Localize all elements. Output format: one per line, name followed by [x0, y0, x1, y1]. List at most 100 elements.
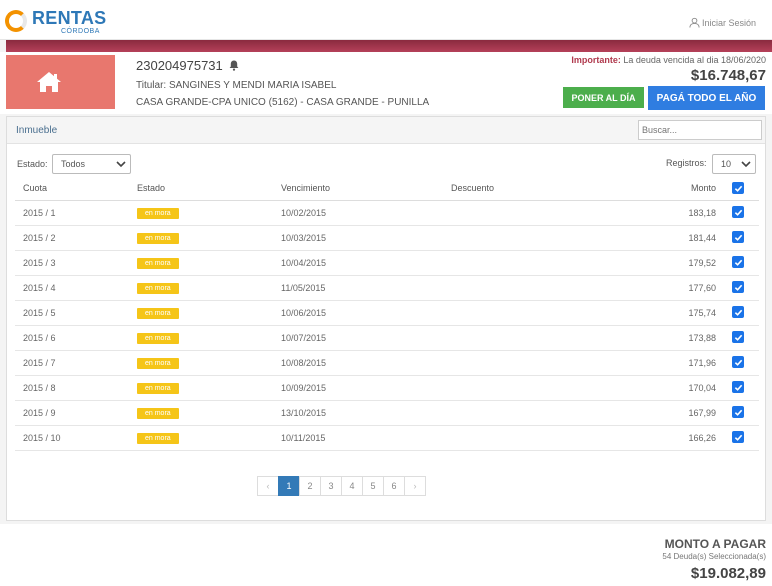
registros-value: 10 [721, 159, 732, 169]
header-cuota[interactable]: Cuota [15, 177, 129, 201]
rentas-logo[interactable]: RENTAS CÓRDOBA [5, 8, 106, 36]
status-badge: en mora [137, 282, 179, 294]
pagination-page-5[interactable]: 5 [362, 476, 384, 496]
row-checkbox[interactable] [732, 206, 744, 219]
header-vencimiento[interactable]: Vencimiento [273, 177, 443, 201]
cell-vencimiento: 10/02/2015 [273, 200, 443, 226]
pagination-page-6[interactable]: 6 [383, 476, 405, 496]
account-number-row: 230204975731 [136, 58, 239, 73]
status-badge: en mora [137, 357, 179, 369]
login-link[interactable]: Iniciar Sesión [689, 17, 756, 28]
cell-cuota: 2015 / 2 [15, 225, 129, 251]
row-checkbox[interactable] [732, 281, 744, 294]
header-estado[interactable]: Estado [129, 177, 273, 201]
row-checkbox[interactable] [732, 406, 744, 419]
poner-al-dia-button[interactable]: PONER AL DÍA [563, 87, 644, 108]
chevron-down-icon [116, 161, 126, 168]
table-row[interactable]: 2015 / 4 en mora 11/05/2015 177,60 [15, 275, 759, 301]
table-row[interactable]: 2015 / 7 en mora 10/08/2015 171,96 [15, 350, 759, 376]
table-row[interactable]: 2015 / 2 en mora 10/03/2015 181,44 [15, 225, 759, 251]
cell-estado: en mora [129, 425, 273, 451]
cell-select[interactable] [724, 275, 759, 301]
status-badge: en mora [137, 332, 179, 344]
pagination-page-2[interactable]: 2 [299, 476, 321, 496]
cell-cuota: 2015 / 7 [15, 350, 129, 376]
status-badge: en mora [137, 432, 179, 444]
row-checkbox[interactable] [732, 256, 744, 269]
cell-estado: en mora [129, 200, 273, 226]
cell-descuento [443, 375, 608, 401]
titular-text: Titular: SANGINES Y MENDI MARIA ISABEL [136, 80, 337, 91]
pagination-page-1[interactable]: 1 [278, 476, 300, 496]
cell-vencimiento: 11/05/2015 [273, 275, 443, 301]
header-select-all[interactable] [724, 177, 759, 201]
cell-cuota: 2015 / 5 [15, 300, 129, 326]
cell-select[interactable] [724, 300, 759, 326]
cell-select[interactable] [724, 325, 759, 351]
cell-select[interactable] [724, 350, 759, 376]
cell-descuento [443, 225, 608, 251]
table-row[interactable]: 2015 / 6 en mora 10/07/2015 173,88 [15, 325, 759, 351]
address-text: CASA GRANDE-CPA UNICO (5162) - CASA GRAN… [136, 97, 430, 108]
pagination-next[interactable]: › [404, 476, 426, 496]
cell-select[interactable] [724, 200, 759, 226]
registros-select[interactable]: 10 [712, 154, 756, 174]
search-input[interactable] [638, 120, 762, 140]
cell-monto: 166,26 [608, 425, 724, 451]
total-title: MONTO A PAGAR [664, 537, 766, 551]
table-row[interactable]: 2015 / 5 en mora 10/06/2015 175,74 [15, 300, 759, 326]
debts-table: Cuota Estado Vencimiento Descuento Monto… [15, 177, 759, 451]
table-row[interactable]: 2015 / 8 en mora 10/09/2015 170,04 [15, 375, 759, 401]
cell-estado: en mora [129, 350, 273, 376]
cell-estado: en mora [129, 375, 273, 401]
table-row[interactable]: 2015 / 1 en mora 10/02/2015 183,18 [15, 200, 759, 226]
row-checkbox[interactable] [732, 381, 744, 394]
cell-descuento [443, 425, 608, 451]
header-monto[interactable]: Monto [608, 177, 724, 201]
pagination-prev[interactable]: ‹ [257, 476, 279, 496]
account-header: 230204975731 Titular: SANGINES Y MENDI M… [0, 52, 772, 114]
table-row[interactable]: 2015 / 3 en mora 10/04/2015 179,52 [15, 250, 759, 276]
debt-amount: $16.748,67 [690, 67, 766, 84]
cell-estado: en mora [129, 400, 273, 426]
debts-panel: Inmueble Estado: Todos Registros: 10 Cuo… [6, 116, 766, 521]
row-checkbox[interactable] [732, 431, 744, 444]
bell-icon[interactable] [229, 60, 239, 71]
brand-sub: CÓRDOBA [61, 28, 100, 35]
login-label: Iniciar Sesión [701, 17, 756, 28]
cell-vencimiento: 10/08/2015 [273, 350, 443, 376]
row-checkbox[interactable] [732, 331, 744, 344]
cell-cuota: 2015 / 9 [15, 400, 129, 426]
pagination-page-4[interactable]: 4 [341, 476, 363, 496]
cell-select[interactable] [724, 425, 759, 451]
pagar-todo-el-ano-button[interactable]: PAGÁ TODO EL AÑO [648, 86, 765, 110]
cell-vencimiento: 10/07/2015 [273, 325, 443, 351]
cell-estado: en mora [129, 225, 273, 251]
cell-cuota: 2015 / 6 [15, 325, 129, 351]
pagination-page-3[interactable]: 3 [320, 476, 342, 496]
cell-select[interactable] [724, 400, 759, 426]
cell-descuento [443, 250, 608, 276]
row-checkbox[interactable] [732, 306, 744, 319]
cell-select[interactable] [724, 375, 759, 401]
estado-select[interactable]: Todos [52, 154, 131, 174]
cell-monto: 179,52 [608, 250, 724, 276]
table-row[interactable]: 2015 / 10 en mora 10/11/2015 166,26 [15, 425, 759, 451]
check-icon [734, 409, 742, 416]
check-icon [734, 234, 742, 241]
row-checkbox[interactable] [732, 231, 744, 244]
select-all-checkbox[interactable] [732, 182, 744, 194]
header-descuento[interactable]: Descuento [443, 177, 608, 201]
cell-descuento [443, 400, 608, 426]
status-badge: en mora [137, 232, 179, 244]
cell-vencimiento: 10/11/2015 [273, 425, 443, 451]
cell-select[interactable] [724, 250, 759, 276]
cell-cuota: 2015 / 10 [15, 425, 129, 451]
debt-notice: Importante: La deuda vencida al dia 18/0… [571, 55, 766, 65]
house-icon [36, 72, 61, 92]
table-row[interactable]: 2015 / 9 en mora 13/10/2015 167,99 [15, 400, 759, 426]
cell-select[interactable] [724, 225, 759, 251]
row-checkbox[interactable] [732, 356, 744, 369]
cell-estado: en mora [129, 300, 273, 326]
user-icon [689, 17, 700, 28]
